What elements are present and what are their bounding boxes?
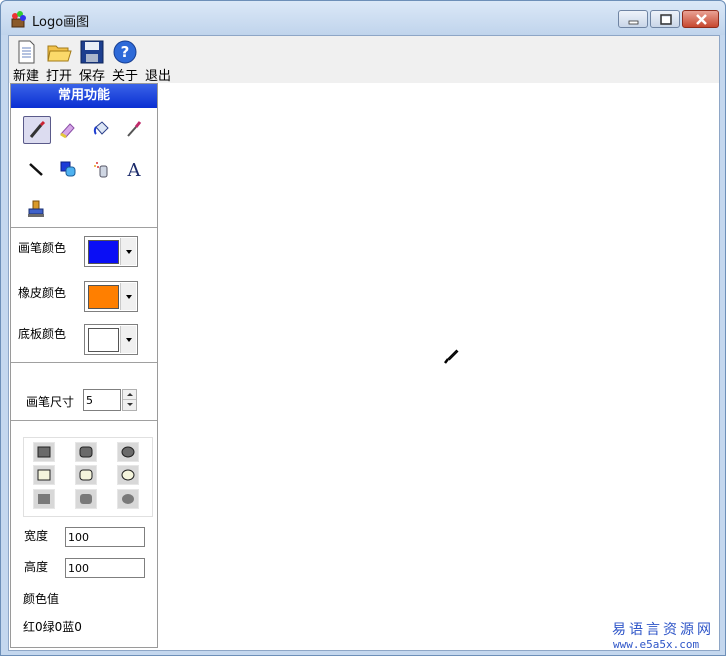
filled-rect-icon xyxy=(37,446,51,458)
color-value-text: 红0绿0蓝0 xyxy=(23,620,82,634)
brush-tool[interactable] xyxy=(23,116,51,144)
toolbar: 新建 打开 保存 ? 关于 退出 xyxy=(9,36,719,84)
stamp-icon xyxy=(28,200,44,217)
height-input[interactable] xyxy=(65,558,145,578)
solid-rect-icon xyxy=(38,494,50,504)
pen-size-label: 画笔尺寸 xyxy=(26,395,75,409)
bg-color-label: 底板颜色 xyxy=(18,327,67,341)
height-label: 高度 xyxy=(24,560,49,574)
eraser-color-picker[interactable] xyxy=(84,281,138,312)
close-button[interactable] xyxy=(682,10,719,28)
brush-icon xyxy=(29,120,46,138)
save-button[interactable]: 保存 xyxy=(77,38,107,84)
eraser-tool[interactable] xyxy=(55,116,83,144)
color-value-label: 颜色值 xyxy=(23,592,60,606)
spray-icon xyxy=(94,162,108,178)
brush-cursor-icon xyxy=(444,349,459,364)
outline-rect-button[interactable] xyxy=(33,465,55,485)
outline-rounded-rect-button[interactable] xyxy=(75,465,97,485)
stamp-tool[interactable] xyxy=(23,196,51,224)
stepper-up-icon[interactable] xyxy=(123,390,136,400)
open-button[interactable]: 打开 xyxy=(44,38,74,84)
shape-tool[interactable] xyxy=(55,156,83,184)
outline-ellipse-button[interactable] xyxy=(117,465,139,485)
solid-rect-button[interactable] xyxy=(33,489,55,509)
solid-ellipse-icon xyxy=(122,494,134,504)
client-area: 新建 打开 保存 ? 关于 退出 常用功能 A 画笔颜色 橡皮颜色 底板颜色 画… xyxy=(8,35,720,651)
eraser-icon xyxy=(60,123,75,139)
filled-rect-button[interactable] xyxy=(33,442,55,462)
eyedropper-tool[interactable] xyxy=(121,116,149,144)
pen-color-label: 画笔颜色 xyxy=(18,241,67,255)
watermark-title: 易语言资源网 xyxy=(612,622,714,638)
maximize-button[interactable] xyxy=(650,10,680,28)
minimize-button[interactable] xyxy=(618,10,648,28)
spray-tool[interactable] xyxy=(89,156,117,184)
save-disk-icon xyxy=(80,40,104,64)
about-button[interactable]: ? 关于 xyxy=(110,38,140,84)
maximize-icon xyxy=(660,14,672,25)
eyedropper-icon xyxy=(127,121,142,137)
solid-ellipse-button[interactable] xyxy=(117,489,139,509)
outline-ellipse-icon xyxy=(121,469,135,481)
stepper-down-icon[interactable] xyxy=(123,400,136,410)
exit-label: 退出 xyxy=(144,69,171,84)
outline-rect-icon xyxy=(37,469,51,481)
eraser-color-label: 橡皮颜色 xyxy=(18,286,67,300)
pen-size-input[interactable] xyxy=(83,389,121,411)
open-label: 打开 xyxy=(45,69,72,84)
watermark-url: www.e5a5x.com xyxy=(613,638,700,651)
pen-color-picker[interactable] xyxy=(84,236,138,267)
text-tool[interactable]: A xyxy=(121,156,149,184)
help-icon: ? xyxy=(113,40,137,64)
new-document-icon xyxy=(18,40,35,64)
folder-open-icon xyxy=(47,45,72,62)
tool-panel: 常用功能 A 画笔颜色 橡皮颜色 底板颜色 画笔尺寸 5 宽度 100 高度 1… xyxy=(10,83,158,648)
filled-ellipse-icon xyxy=(121,446,135,458)
pen-color-swatch xyxy=(88,240,119,264)
chevron-down-icon[interactable] xyxy=(120,238,136,265)
exit-button[interactable]: 退出 xyxy=(143,38,173,84)
line-icon xyxy=(29,163,43,176)
chevron-down-icon[interactable] xyxy=(120,283,136,310)
about-label: 关于 xyxy=(111,69,138,84)
close-icon xyxy=(696,14,707,25)
app-icon xyxy=(11,11,26,28)
save-label: 保存 xyxy=(78,69,105,84)
text-icon: A xyxy=(127,160,142,179)
bg-color-swatch xyxy=(88,328,119,352)
line-tool[interactable] xyxy=(23,156,51,184)
window-title: Logo画图 xyxy=(32,15,90,30)
shape-icon xyxy=(60,161,76,177)
solid-rounded-rect-icon xyxy=(80,494,92,504)
minimize-icon xyxy=(628,20,639,25)
panel-header: 常用功能 xyxy=(11,84,157,108)
new-label: 新建 xyxy=(12,69,39,84)
filled-rounded-rect-button[interactable] xyxy=(75,442,97,462)
separator xyxy=(11,362,157,364)
svg-text:?: ? xyxy=(121,43,130,61)
width-label: 宽度 xyxy=(24,529,49,543)
title-bar[interactable]: Logo画图 xyxy=(1,1,725,35)
eraser-color-swatch xyxy=(88,285,119,309)
shape-style-grid xyxy=(23,437,153,517)
outline-rounded-rect-icon xyxy=(79,469,93,481)
bg-color-picker[interactable] xyxy=(84,324,138,355)
svg-text:A: A xyxy=(127,160,142,179)
pen-size-stepper[interactable] xyxy=(122,389,137,411)
separator xyxy=(11,227,157,229)
drawing-canvas[interactable]: 易语言资源网 www.e5a5x.com xyxy=(159,83,719,651)
width-input[interactable] xyxy=(65,527,145,547)
app-window: Logo画图 新建 打开 保存 ? 关于 退出 常用功能 A 画笔颜色 橡皮颜色… xyxy=(0,0,726,656)
filled-rounded-rect-icon xyxy=(79,446,93,458)
filled-ellipse-button[interactable] xyxy=(117,442,139,462)
fill-tool[interactable] xyxy=(89,116,117,144)
chevron-down-icon[interactable] xyxy=(120,326,136,353)
paint-bucket-icon xyxy=(93,121,109,135)
separator xyxy=(11,420,157,422)
new-button[interactable]: 新建 xyxy=(11,38,41,84)
solid-rounded-rect-button[interactable] xyxy=(75,489,97,509)
